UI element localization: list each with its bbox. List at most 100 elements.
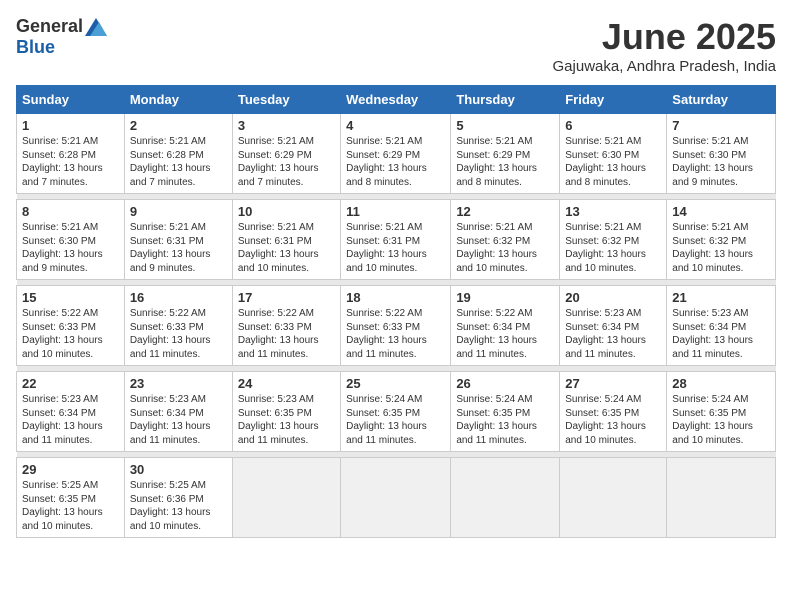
day-number: 29: [22, 462, 119, 477]
day-number: 24: [238, 376, 335, 391]
day-detail: Sunrise: 5:24 AM Sunset: 6:35 PM Dayligh…: [456, 393, 554, 447]
calendar-day-cell: 24 Sunrise: 5:23 AM Sunset: 6:35 PM Dayl…: [232, 372, 340, 452]
col-friday: Friday: [560, 86, 667, 114]
day-number: 18: [346, 290, 445, 305]
day-detail: Sunrise: 5:23 AM Sunset: 6:34 PM Dayligh…: [130, 393, 227, 447]
calendar-day-cell: 7 Sunrise: 5:21 AM Sunset: 6:30 PM Dayli…: [667, 114, 776, 194]
calendar-day-cell: 19 Sunrise: 5:22 AM Sunset: 6:34 PM Dayl…: [451, 286, 560, 366]
col-thursday: Thursday: [451, 86, 560, 114]
day-number: 12: [456, 204, 554, 219]
day-detail: Sunrise: 5:22 AM Sunset: 6:33 PM Dayligh…: [130, 307, 227, 361]
day-number: 25: [346, 376, 445, 391]
calendar-day-cell: 3 Sunrise: 5:21 AM Sunset: 6:29 PM Dayli…: [232, 114, 340, 194]
day-number: 28: [672, 376, 770, 391]
calendar-day-cell: 12 Sunrise: 5:21 AM Sunset: 6:32 PM Dayl…: [451, 200, 560, 280]
day-number: 17: [238, 290, 335, 305]
calendar-week-row: 1 Sunrise: 5:21 AM Sunset: 6:28 PM Dayli…: [17, 114, 776, 194]
day-number: 19: [456, 290, 554, 305]
day-number: 5: [456, 118, 554, 133]
calendar-week-row: 8 Sunrise: 5:21 AM Sunset: 6:30 PM Dayli…: [17, 200, 776, 280]
day-number: 27: [565, 376, 661, 391]
day-detail: Sunrise: 5:21 AM Sunset: 6:28 PM Dayligh…: [130, 135, 227, 189]
calendar-day-cell: 20 Sunrise: 5:23 AM Sunset: 6:34 PM Dayl…: [560, 286, 667, 366]
day-detail: Sunrise: 5:21 AM Sunset: 6:29 PM Dayligh…: [346, 135, 445, 189]
calendar-day-cell: 4 Sunrise: 5:21 AM Sunset: 6:29 PM Dayli…: [341, 114, 451, 194]
day-detail: Sunrise: 5:23 AM Sunset: 6:35 PM Dayligh…: [238, 393, 335, 447]
day-detail: Sunrise: 5:21 AM Sunset: 6:29 PM Dayligh…: [238, 135, 335, 189]
calendar-week-row: 29 Sunrise: 5:25 AM Sunset: 6:35 PM Dayl…: [17, 458, 776, 538]
day-detail: Sunrise: 5:21 AM Sunset: 6:30 PM Dayligh…: [672, 135, 770, 189]
day-detail: Sunrise: 5:21 AM Sunset: 6:31 PM Dayligh…: [238, 221, 335, 275]
day-number: 16: [130, 290, 227, 305]
calendar-week-row: 15 Sunrise: 5:22 AM Sunset: 6:33 PM Dayl…: [17, 286, 776, 366]
calendar-day-cell: [232, 458, 340, 538]
header: General Blue June 2025 Gajuwaka, Andhra …: [16, 16, 776, 75]
day-number: 13: [565, 204, 661, 219]
calendar-day-cell: 10 Sunrise: 5:21 AM Sunset: 6:31 PM Dayl…: [232, 200, 340, 280]
calendar-day-cell: 14 Sunrise: 5:21 AM Sunset: 6:32 PM Dayl…: [667, 200, 776, 280]
day-number: 30: [130, 462, 227, 477]
title-section: June 2025 Gajuwaka, Andhra Pradesh, Indi…: [553, 16, 776, 75]
day-number: 8: [22, 204, 119, 219]
calendar-day-cell: 28 Sunrise: 5:24 AM Sunset: 6:35 PM Dayl…: [667, 372, 776, 452]
calendar-day-cell: 6 Sunrise: 5:21 AM Sunset: 6:30 PM Dayli…: [560, 114, 667, 194]
day-detail: Sunrise: 5:21 AM Sunset: 6:30 PM Dayligh…: [565, 135, 661, 189]
calendar-week-row: 22 Sunrise: 5:23 AM Sunset: 6:34 PM Dayl…: [17, 372, 776, 452]
calendar-day-cell: 9 Sunrise: 5:21 AM Sunset: 6:31 PM Dayli…: [124, 200, 232, 280]
day-number: 1: [22, 118, 119, 133]
day-detail: Sunrise: 5:24 AM Sunset: 6:35 PM Dayligh…: [565, 393, 661, 447]
calendar-day-cell: 23 Sunrise: 5:23 AM Sunset: 6:34 PM Dayl…: [124, 372, 232, 452]
calendar-day-cell: 18 Sunrise: 5:22 AM Sunset: 6:33 PM Dayl…: [341, 286, 451, 366]
logo-icon: [85, 18, 107, 36]
day-number: 26: [456, 376, 554, 391]
day-number: 9: [130, 204, 227, 219]
calendar-day-cell: 13 Sunrise: 5:21 AM Sunset: 6:32 PM Dayl…: [560, 200, 667, 280]
day-detail: Sunrise: 5:22 AM Sunset: 6:33 PM Dayligh…: [22, 307, 119, 361]
logo-general-text: General: [16, 16, 83, 37]
calendar-day-cell: 8 Sunrise: 5:21 AM Sunset: 6:30 PM Dayli…: [17, 200, 125, 280]
day-detail: Sunrise: 5:21 AM Sunset: 6:32 PM Dayligh…: [672, 221, 770, 275]
day-number: 10: [238, 204, 335, 219]
day-number: 3: [238, 118, 335, 133]
day-detail: Sunrise: 5:21 AM Sunset: 6:29 PM Dayligh…: [456, 135, 554, 189]
location-title: Gajuwaka, Andhra Pradesh, India: [553, 58, 776, 75]
calendar-day-cell: 17 Sunrise: 5:22 AM Sunset: 6:33 PM Dayl…: [232, 286, 340, 366]
day-number: 2: [130, 118, 227, 133]
col-saturday: Saturday: [667, 86, 776, 114]
day-detail: Sunrise: 5:22 AM Sunset: 6:33 PM Dayligh…: [346, 307, 445, 361]
logo-blue-text: Blue: [16, 37, 55, 58]
calendar-day-cell: 15 Sunrise: 5:22 AM Sunset: 6:33 PM Dayl…: [17, 286, 125, 366]
day-number: 4: [346, 118, 445, 133]
calendar-day-cell: 29 Sunrise: 5:25 AM Sunset: 6:35 PM Dayl…: [17, 458, 125, 538]
logo: General Blue: [16, 16, 107, 58]
day-detail: Sunrise: 5:24 AM Sunset: 6:35 PM Dayligh…: [346, 393, 445, 447]
calendar-day-cell: 11 Sunrise: 5:21 AM Sunset: 6:31 PM Dayl…: [341, 200, 451, 280]
day-detail: Sunrise: 5:21 AM Sunset: 6:31 PM Dayligh…: [130, 221, 227, 275]
calendar-day-cell: [341, 458, 451, 538]
day-detail: Sunrise: 5:21 AM Sunset: 6:32 PM Dayligh…: [565, 221, 661, 275]
day-detail: Sunrise: 5:23 AM Sunset: 6:34 PM Dayligh…: [22, 393, 119, 447]
day-detail: Sunrise: 5:22 AM Sunset: 6:33 PM Dayligh…: [238, 307, 335, 361]
day-detail: Sunrise: 5:21 AM Sunset: 6:32 PM Dayligh…: [456, 221, 554, 275]
day-number: 21: [672, 290, 770, 305]
col-wednesday: Wednesday: [341, 86, 451, 114]
day-detail: Sunrise: 5:24 AM Sunset: 6:35 PM Dayligh…: [672, 393, 770, 447]
calendar-day-cell: 27 Sunrise: 5:24 AM Sunset: 6:35 PM Dayl…: [560, 372, 667, 452]
col-monday: Monday: [124, 86, 232, 114]
day-number: 7: [672, 118, 770, 133]
calendar-day-cell: 25 Sunrise: 5:24 AM Sunset: 6:35 PM Dayl…: [341, 372, 451, 452]
day-detail: Sunrise: 5:21 AM Sunset: 6:30 PM Dayligh…: [22, 221, 119, 275]
day-number: 23: [130, 376, 227, 391]
col-sunday: Sunday: [17, 86, 125, 114]
day-detail: Sunrise: 5:23 AM Sunset: 6:34 PM Dayligh…: [672, 307, 770, 361]
day-detail: Sunrise: 5:25 AM Sunset: 6:35 PM Dayligh…: [22, 479, 119, 533]
day-detail: Sunrise: 5:22 AM Sunset: 6:34 PM Dayligh…: [456, 307, 554, 361]
day-detail: Sunrise: 5:21 AM Sunset: 6:31 PM Dayligh…: [346, 221, 445, 275]
calendar-day-cell: [560, 458, 667, 538]
day-number: 22: [22, 376, 119, 391]
day-number: 11: [346, 204, 445, 219]
day-detail: Sunrise: 5:25 AM Sunset: 6:36 PM Dayligh…: [130, 479, 227, 533]
calendar-day-cell: 21 Sunrise: 5:23 AM Sunset: 6:34 PM Dayl…: [667, 286, 776, 366]
calendar-day-cell: 16 Sunrise: 5:22 AM Sunset: 6:33 PM Dayl…: [124, 286, 232, 366]
day-detail: Sunrise: 5:21 AM Sunset: 6:28 PM Dayligh…: [22, 135, 119, 189]
